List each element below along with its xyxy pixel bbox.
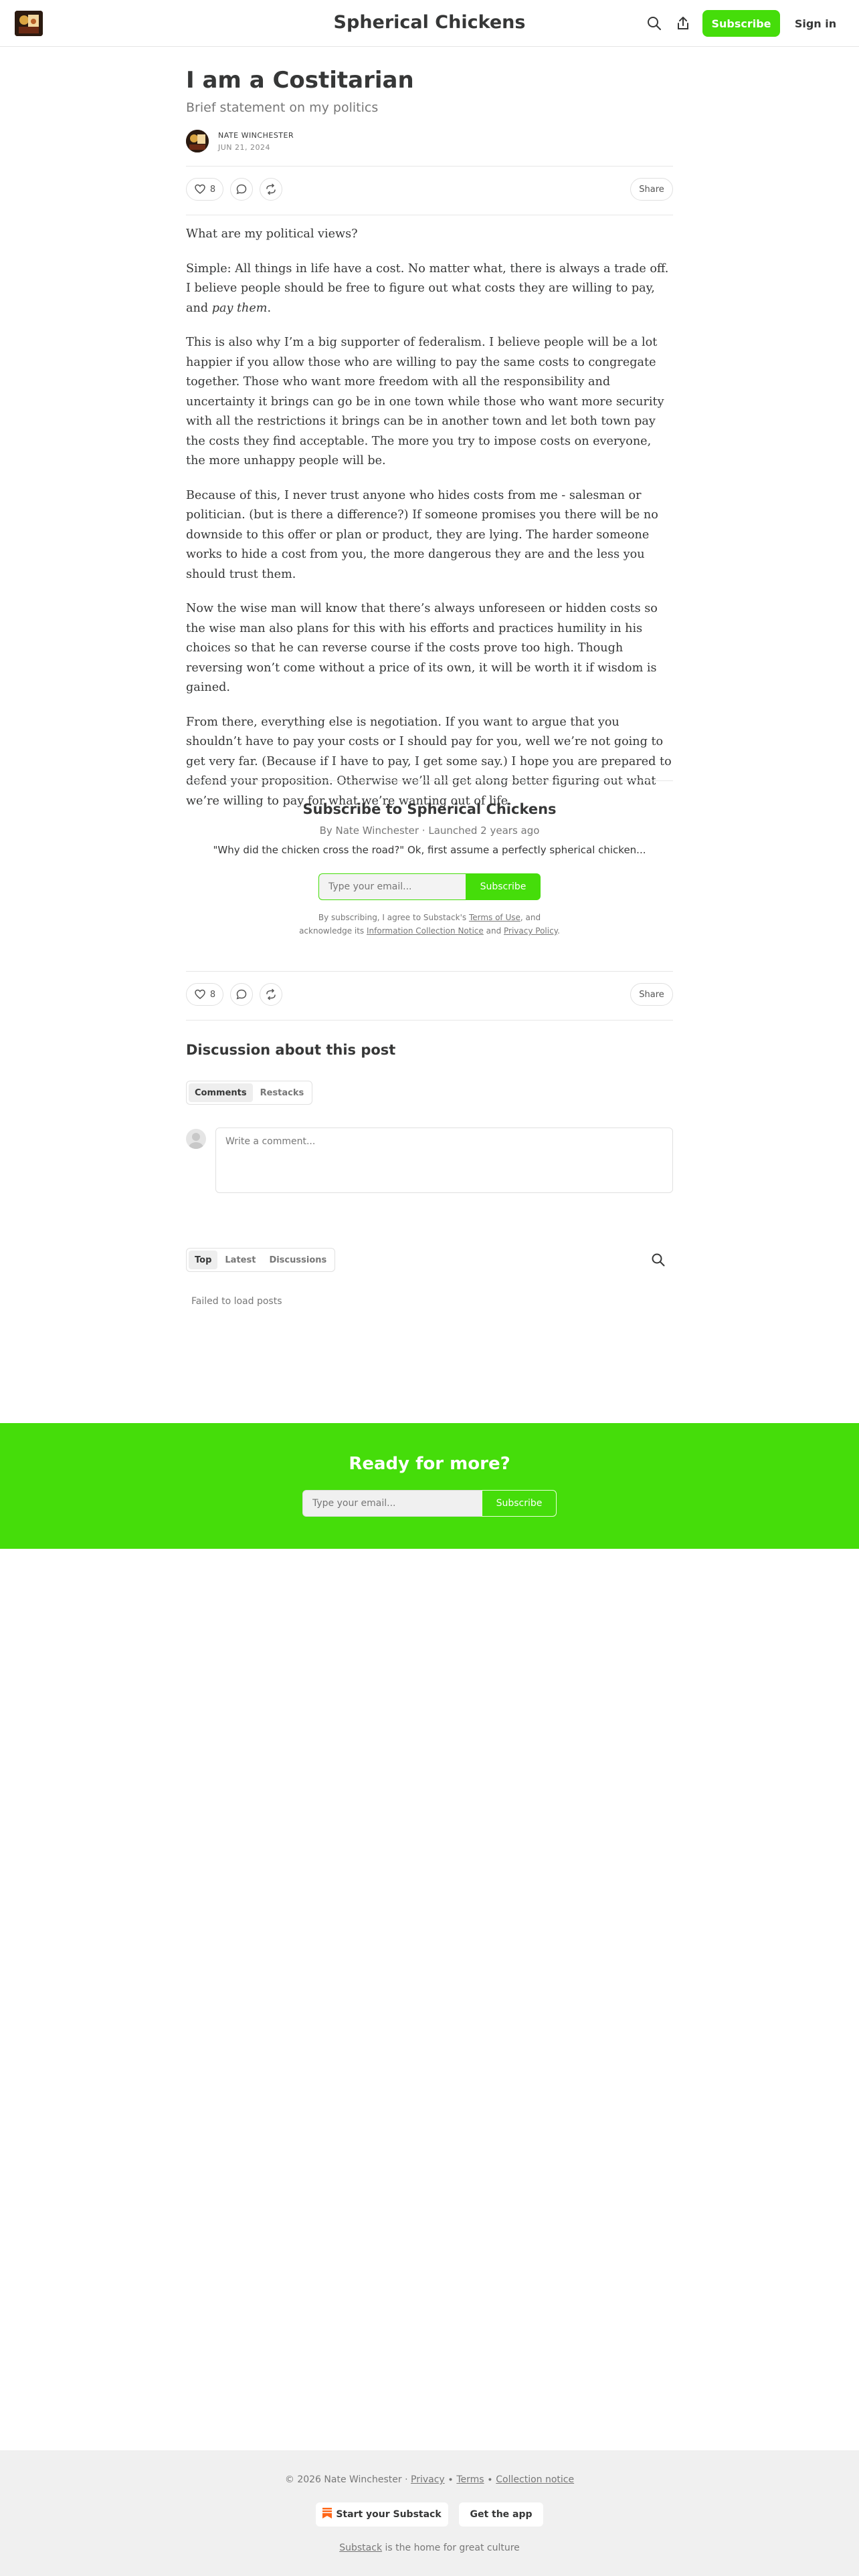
share-button[interactable]: Share [630, 178, 673, 201]
terms-link[interactable]: Terms of Use [469, 913, 520, 922]
ready-for-more-section: Ready for more? Subscribe [0, 1423, 859, 1549]
sign-in-button[interactable]: Sign in [788, 10, 843, 37]
post-date: JUN 21, 2024 [218, 143, 271, 152]
publication-description: "Why did the chicken cross the road?" Ok… [213, 844, 646, 856]
author-avatar[interactable] [186, 130, 209, 152]
privacy-policy-link[interactable]: Privacy Policy [504, 926, 557, 936]
tab-latest[interactable]: Latest [219, 1251, 262, 1269]
privacy-link[interactable]: Privacy [411, 2474, 445, 2485]
tab-discussions[interactable]: Discussions [263, 1251, 332, 1269]
divider [186, 780, 673, 781]
archive-tabs: Top Latest Discussions [186, 1248, 336, 1272]
comment-icon [235, 988, 248, 1000]
comment-button[interactable] [230, 983, 253, 1006]
posts-status: Failed to load posts [191, 1296, 282, 1307]
collection-notice-link[interactable]: Collection notice [496, 2474, 574, 2485]
comment-input[interactable]: Write a comment... [215, 1128, 673, 1193]
paragraph: This is also why I’m a big supporter of … [186, 336, 664, 467]
subscribe-title: Subscribe to Spherical Chickens [302, 801, 557, 817]
substack-link[interactable]: Substack [339, 2543, 382, 2553]
footer-tagline: Substack is the home for great culture [339, 2543, 520, 2553]
top-bar: Spherical Chickens Subscribe Sign in [0, 0, 859, 47]
restack-button[interactable] [260, 178, 282, 201]
paragraph: Simple: All things in life have a cost. … [186, 261, 669, 315]
post-body: What are my political views? Simple: All… [186, 225, 673, 826]
search-icon[interactable] [650, 1252, 666, 1268]
tab-restacks[interactable]: Restacks [254, 1083, 310, 1102]
ready-subscribe-form: Subscribe [302, 1490, 557, 1517]
post-actions-top: 8 Share [186, 177, 673, 203]
discussion-tabs: Comments Restacks [186, 1081, 313, 1105]
paragraph: Now the wise man will know that there’s … [186, 602, 658, 694]
restack-icon [265, 183, 277, 195]
ready-title: Ready for more? [349, 1454, 510, 1474]
email-input[interactable] [302, 1490, 483, 1517]
post-actions-bottom: 8 Share [186, 982, 673, 1008]
paragraph: Because of this, I never trust anyone wh… [186, 488, 658, 581]
share-button[interactable]: Share [630, 983, 673, 1006]
heart-icon [194, 183, 206, 195]
subscribe-submit-button[interactable]: Subscribe [466, 873, 541, 900]
collection-notice-link[interactable]: Information Collection Notice [367, 926, 484, 936]
like-count: 8 [209, 989, 216, 1000]
start-substack-button[interactable]: Start your Substack [316, 2502, 448, 2527]
subscribe-meta: By Nate Winchester · Launched 2 years ag… [319, 825, 540, 837]
substack-logo-icon [322, 2508, 332, 2521]
share-icon[interactable] [674, 15, 692, 32]
author-name[interactable]: NATE WINCHESTER [218, 131, 294, 140]
terms-link[interactable]: Terms [456, 2474, 484, 2485]
emphasis-text: pay them [211, 301, 268, 315]
search-icon[interactable] [646, 15, 663, 32]
divider [186, 971, 673, 972]
paragraph: What are my political views? [186, 227, 358, 241]
subscribe-submit-button[interactable]: Subscribe [482, 1490, 557, 1517]
paragraph: From there, everything else is negotiati… [186, 715, 672, 808]
divider [186, 1020, 673, 1021]
like-count: 8 [209, 184, 216, 195]
restack-button[interactable] [260, 983, 282, 1006]
tab-comments[interactable]: Comments [189, 1083, 253, 1102]
heart-icon [194, 988, 206, 1000]
like-button[interactable]: 8 [186, 178, 223, 201]
get-app-button[interactable]: Get the app [459, 2502, 543, 2527]
restack-icon [265, 988, 277, 1000]
post-subtitle: Brief statement on my politics [186, 100, 379, 115]
subscribe-button[interactable]: Subscribe [702, 10, 780, 37]
user-avatar [186, 1129, 206, 1149]
footer-links: © 2026 Nate Winchester · Privacy ∙ Terms… [284, 2474, 575, 2485]
email-input[interactable] [318, 873, 467, 900]
discussion-title: Discussion about this post [186, 1042, 396, 1058]
divider [186, 166, 673, 167]
subscribe-form: Subscribe [318, 873, 541, 900]
legal-text: By subscribing, I agree to Substack's Te… [299, 913, 560, 936]
post-title: I am a Costitarian [186, 67, 414, 94]
like-button[interactable]: 8 [186, 983, 223, 1006]
footer: © 2026 Nate Winchester · Privacy ∙ Terms… [0, 2450, 859, 2576]
comment-button[interactable] [230, 178, 253, 201]
tab-top[interactable]: Top [189, 1251, 218, 1269]
comment-icon [235, 183, 248, 195]
